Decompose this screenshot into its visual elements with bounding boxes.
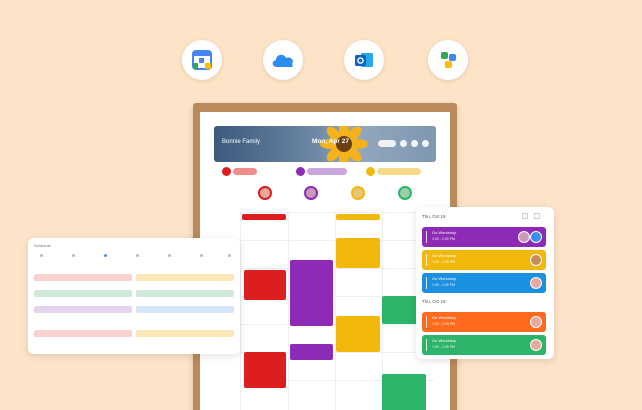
schedule-heading: Schedule [34, 243, 51, 248]
calendar-event[interactable] [336, 214, 380, 220]
member-avatar[interactable] [304, 186, 318, 200]
event-card[interactable]: Go Workshop 1:00 - 2:00 PM [422, 227, 546, 247]
outlook-glyph [355, 53, 373, 67]
next-day-button[interactable] [534, 213, 540, 219]
day-dot[interactable] [104, 254, 107, 257]
event-time: 1:00 - 2:00 PM [432, 283, 455, 287]
event-card[interactable]: Go Workshop 1:00 - 2:00 PM [422, 312, 546, 332]
google-calendar-glyph [192, 50, 212, 70]
event-title: Go Workshop [432, 253, 457, 258]
task-item[interactable] [34, 306, 132, 313]
day-heading: Thu, Oct 19 [422, 214, 446, 219]
calendar-date: Mon, Apr 27 [312, 138, 349, 145]
day-dot [200, 254, 203, 257]
event-avatar [530, 277, 542, 289]
outlook-icon[interactable] [344, 40, 384, 80]
task-item[interactable] [136, 330, 234, 337]
cloud-glyph [272, 54, 293, 67]
prev-button[interactable] [400, 140, 407, 147]
day-dot [40, 254, 43, 257]
day-dot [72, 254, 75, 257]
event-title: Go Workshop [432, 276, 457, 281]
event-avatar [518, 231, 530, 243]
calendar-event[interactable] [244, 352, 286, 388]
day-dot [136, 254, 139, 257]
calendar-event[interactable] [382, 374, 426, 410]
task-item[interactable] [136, 306, 234, 313]
calendar-event[interactable] [382, 296, 418, 324]
filter-chip[interactable] [307, 168, 347, 175]
column-line [288, 212, 289, 410]
event-time: 1:00 - 2:00 PM [432, 237, 455, 241]
task-item[interactable] [34, 330, 132, 337]
event-title: Go Workshop [432, 230, 457, 235]
settings-button[interactable] [422, 140, 429, 147]
event-bar [426, 231, 427, 243]
event-bar [426, 277, 427, 289]
icloud-icon[interactable] [263, 40, 303, 80]
task-item[interactable] [136, 290, 234, 297]
member-avatar[interactable] [398, 186, 412, 200]
calendar-event[interactable] [290, 344, 333, 360]
filter-avatar[interactable] [366, 167, 375, 176]
calendar-banner: Bonnie Family Mon, Apr 27 [214, 126, 436, 162]
member-avatar[interactable] [258, 186, 272, 200]
event-avatar [530, 254, 542, 266]
day-heading: Thu, Oct 19 [422, 299, 446, 304]
event-card[interactable]: Go Workshop 1:00 - 2:00 PM [422, 273, 546, 293]
event-avatar [530, 339, 542, 351]
calendar-event[interactable] [290, 260, 333, 326]
task-item[interactable] [34, 290, 132, 297]
task-item[interactable] [34, 274, 132, 281]
filter-chip[interactable] [233, 168, 257, 175]
event-bar [426, 316, 427, 328]
event-avatar [530, 316, 542, 328]
family-sharing-icon[interactable] [428, 40, 468, 80]
family-glyph [441, 52, 456, 68]
column-line [240, 212, 241, 410]
next-button[interactable] [411, 140, 418, 147]
event-title: Go Workshop [432, 315, 457, 320]
member-avatar[interactable] [351, 186, 365, 200]
event-time: 1:00 - 2:00 PM [432, 345, 455, 349]
schedule-card: Schedule [28, 238, 240, 354]
event-card[interactable]: Go Workshop 1:00 - 2:00 PM [422, 250, 546, 270]
task-item[interactable] [136, 274, 234, 281]
event-card[interactable]: Go Workshop 1:00 - 2:00 PM [422, 335, 546, 355]
event-time: 1:00 - 2:00 PM [432, 322, 455, 326]
event-time: 1:00 - 2:00 PM [432, 260, 455, 264]
view-toggle[interactable] [378, 140, 396, 147]
grid-line [240, 212, 434, 213]
calendar-title: Bonnie Family [222, 139, 261, 145]
filter-avatar[interactable] [296, 167, 305, 176]
event-title: Go Workshop [432, 338, 457, 343]
event-bar [426, 339, 427, 351]
calendar-event[interactable] [336, 238, 380, 268]
calendar-event[interactable] [244, 270, 286, 300]
events-card: Thu, Oct 19 Go Workshop 1:00 - 2:00 PM G… [416, 207, 554, 359]
filter-avatar[interactable] [222, 167, 231, 176]
calendar-event[interactable] [242, 214, 286, 220]
calendar-event[interactable] [336, 316, 380, 352]
day-dot [228, 254, 231, 257]
event-bar [426, 254, 427, 266]
day-dot [168, 254, 171, 257]
event-avatar [530, 231, 542, 243]
google-calendar-icon[interactable] [182, 40, 222, 80]
filter-chip[interactable] [377, 168, 421, 175]
grid-line [240, 268, 434, 269]
prev-day-button[interactable] [522, 213, 528, 219]
